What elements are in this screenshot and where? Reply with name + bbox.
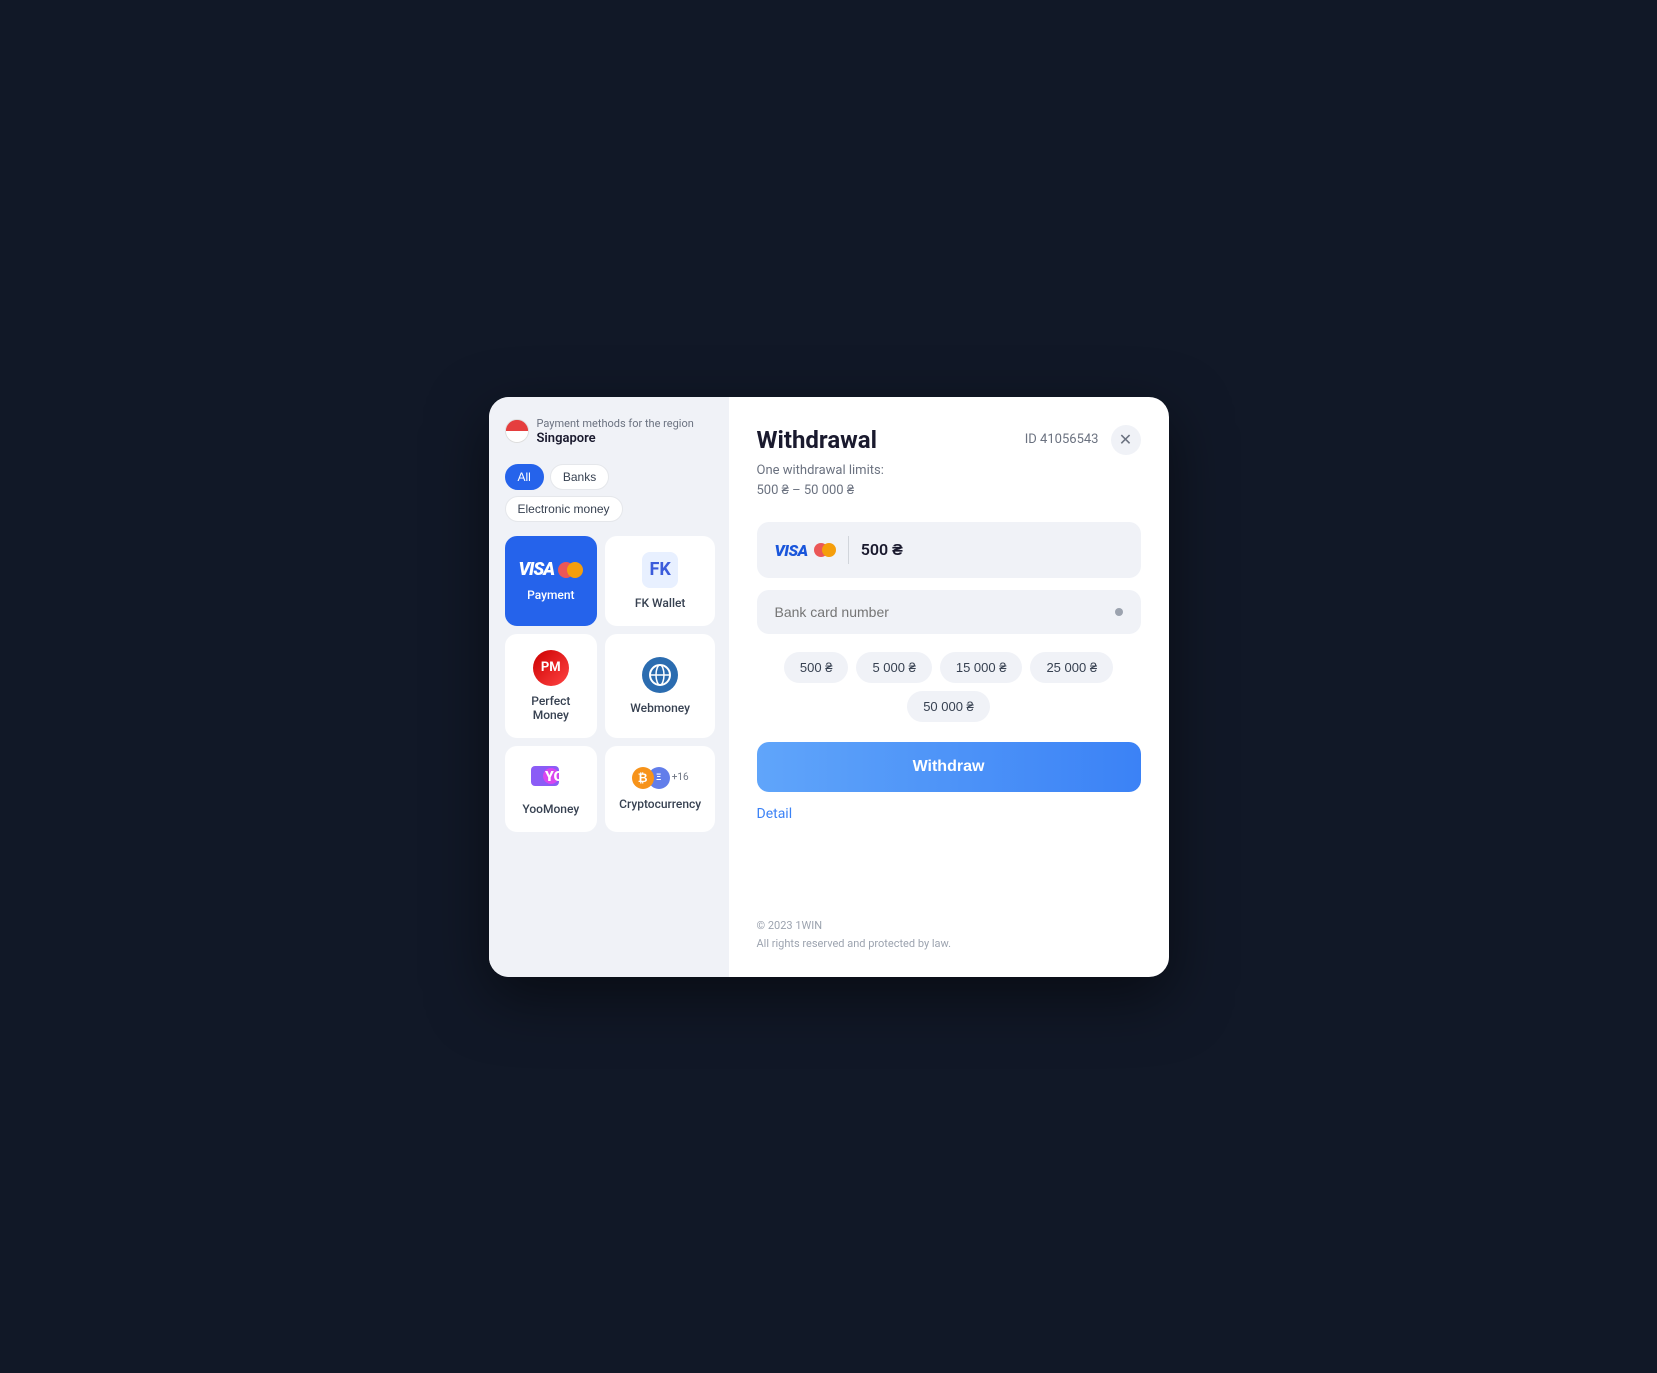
withdrawal-header: Withdrawal ID 41056543 ✕	[757, 425, 1141, 455]
filter-tab-banks[interactable]: Banks	[550, 464, 609, 490]
withdraw-button[interactable]: Withdraw	[757, 742, 1141, 792]
region-header: Payment methods for the region Singapore	[505, 417, 713, 450]
payment-methods-panel: Payment methods for the region Singapore…	[489, 397, 729, 977]
quick-amount-25000[interactable]: 25 000 ₴	[1030, 652, 1113, 683]
quick-amount-500[interactable]: 500 ₴	[784, 652, 849, 683]
filter-tabs: All Banks Electronic money	[505, 464, 713, 522]
mastercard-inline-icon	[814, 543, 836, 557]
mastercard-icon	[558, 562, 583, 578]
fk-wallet-icon: FK	[642, 552, 678, 588]
amount-value: 500 ₴	[861, 540, 903, 560]
payment-method-yoo[interactable]: YO YooMoney	[505, 746, 598, 832]
webmoney-label: Webmoney	[630, 701, 690, 715]
withdrawal-modal: Payment methods for the region Singapore…	[489, 397, 1169, 977]
payment-method-visa[interactable]: VISA Payment	[505, 536, 598, 626]
payment-method-crypto[interactable]: ₿ Ξ +16 Cryptocurrency	[605, 746, 715, 832]
cryptocurrency-label: Cryptocurrency	[619, 797, 701, 811]
detail-link[interactable]: Detail	[757, 806, 1141, 822]
input-dot-indicator	[1115, 608, 1123, 616]
card-number-row[interactable]	[757, 590, 1141, 634]
footer-line2: All rights reserved and protected by law…	[757, 935, 1141, 953]
filter-tab-electronic[interactable]: Electronic money	[505, 496, 623, 522]
webmoney-icon	[642, 657, 678, 693]
quick-amount-15000[interactable]: 15 000 ₴	[940, 652, 1023, 683]
payment-method-grid: VISA Payment FK FK Wallet PM Perfect Mo	[505, 536, 713, 832]
visa-payment-label: Payment	[527, 588, 574, 602]
payment-method-fk[interactable]: FK FK Wallet	[605, 536, 715, 626]
visa-inline-logo: VISA	[775, 541, 836, 560]
withdrawal-panel: Withdrawal ID 41056543 ✕ One withdrawal …	[729, 397, 1169, 977]
perfect-money-icon: PM	[533, 650, 569, 686]
card-number-input[interactable]	[775, 604, 1115, 620]
vertical-divider	[848, 536, 849, 564]
region-label: Payment methods for the region	[537, 417, 694, 431]
fk-wallet-label: FK Wallet	[635, 596, 686, 610]
footer: © 2023 1WIN All rights reserved and prot…	[757, 917, 1141, 952]
header-right: ID 41056543 ✕	[1025, 425, 1141, 455]
yoo-money-label: YooMoney	[522, 802, 579, 816]
quick-amount-buttons: 500 ₴ 5 000 ₴ 15 000 ₴ 25 000 ₴ 50 000 ₴	[757, 652, 1141, 722]
close-button[interactable]: ✕	[1111, 425, 1141, 455]
bitcoin-icon: ₿	[632, 767, 654, 789]
payment-method-pm[interactable]: PM Perfect Money	[505, 634, 598, 738]
yoo-money-icon: YO	[531, 762, 571, 794]
limits-line1: One withdrawal limits:	[757, 463, 884, 478]
quick-amount-50000[interactable]: 50 000 ₴	[907, 691, 990, 722]
limits-line2: 500 ₴ – 50 000 ₴	[757, 483, 855, 498]
amount-display-row: VISA 500 ₴	[757, 522, 1141, 578]
quick-amount-5000[interactable]: 5 000 ₴	[856, 652, 931, 683]
svg-text:YO: YO	[544, 769, 564, 785]
cryptocurrency-icon: ₿ Ξ +16	[632, 767, 689, 789]
singapore-flag-icon	[505, 419, 529, 443]
payment-method-webmoney[interactable]: Webmoney	[605, 634, 715, 738]
visa-mastercard-logo: VISA	[519, 559, 584, 580]
filter-tab-all[interactable]: All	[505, 464, 544, 490]
crypto-plus-badge: +16	[672, 772, 689, 783]
withdrawal-title: Withdrawal	[757, 426, 878, 454]
region-name: Singapore	[537, 431, 694, 446]
transaction-id: ID 41056543	[1025, 432, 1099, 447]
limits-text: One withdrawal limits: 500 ₴ – 50 000 ₴	[757, 461, 1141, 503]
visa-inline-text: VISA	[775, 541, 808, 560]
footer-line1: © 2023 1WIN	[757, 917, 1141, 935]
visa-text: VISA	[519, 559, 555, 580]
region-text: Payment methods for the region Singapore	[537, 417, 694, 446]
perfect-money-label: Perfect Money	[519, 694, 584, 722]
